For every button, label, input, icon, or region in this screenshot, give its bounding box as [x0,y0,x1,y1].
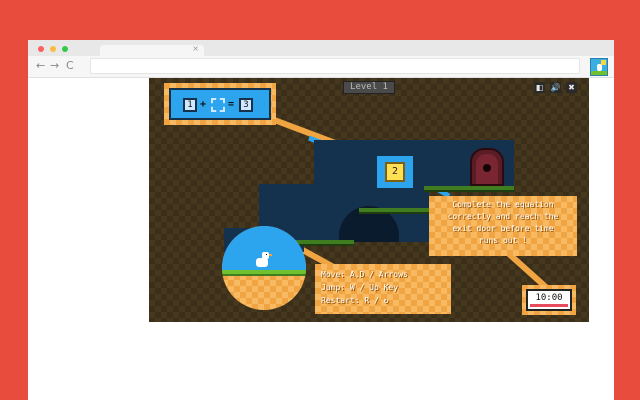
close-window-icon[interactable] [38,46,44,52]
keyhole-icon [483,164,491,172]
game-canvas[interactable]: Level 1 ◧ 🔊 ✖ 1 + = 3 2 Complete the equ… [149,78,589,322]
browser-titlebar: × [28,40,614,56]
back-icon[interactable]: ← [36,59,45,73]
duck-eye [266,254,267,255]
browser-tab[interactable]: × [100,44,204,56]
maximize-window-icon[interactable] [62,46,68,52]
level-label: Level 1 [343,81,395,94]
address-bar[interactable] [90,58,580,74]
sound-icon[interactable]: 🔊 [550,82,561,93]
extension-icon[interactable] [590,58,608,76]
duck-player [256,258,268,267]
forward-icon[interactable]: → [50,59,59,73]
exit-door [470,148,504,186]
equation-left-operand: 1 [183,98,197,112]
instructions-panel: Complete the equation correctly and reac… [429,196,577,256]
equation-result: 3 [239,98,253,112]
controls-restart: Restart: R / ↻ [321,296,389,305]
minimize-window-icon[interactable] [50,46,56,52]
equation-plus: + [200,99,207,110]
controls-panel: Move: A,D / Arrows Jump: W / Up Key Rest… [315,264,451,314]
number-block: 2 [385,162,405,182]
tab-close-icon[interactable]: × [192,44,199,53]
reload-icon[interactable]: C [66,59,74,73]
timer-bar [530,304,568,307]
timer-panel: 10:00 [522,285,576,315]
player-spotlight [222,226,306,310]
duck-beak [269,254,272,256]
middle-grass-ledge [359,208,429,214]
upper-grass-ledge [424,186,514,192]
controls-move: Move: A,D / Arrows [321,270,408,279]
controls-jump: Jump: W / Up Key [321,283,399,292]
browser-toolbar: ← → C [28,56,614,78]
equation-panel: 1 + = 3 [164,83,276,125]
equation-equals: = [228,99,235,110]
timer-text: 10:00 [535,293,563,303]
instructions-text: Complete the equation correctly and reac… [447,200,559,245]
pause-icon[interactable]: ◧ [534,82,545,93]
close-icon[interactable]: ✖ [566,82,577,93]
equation-display: 1 + = 3 [169,88,271,120]
equation-blank-slot [211,98,225,112]
